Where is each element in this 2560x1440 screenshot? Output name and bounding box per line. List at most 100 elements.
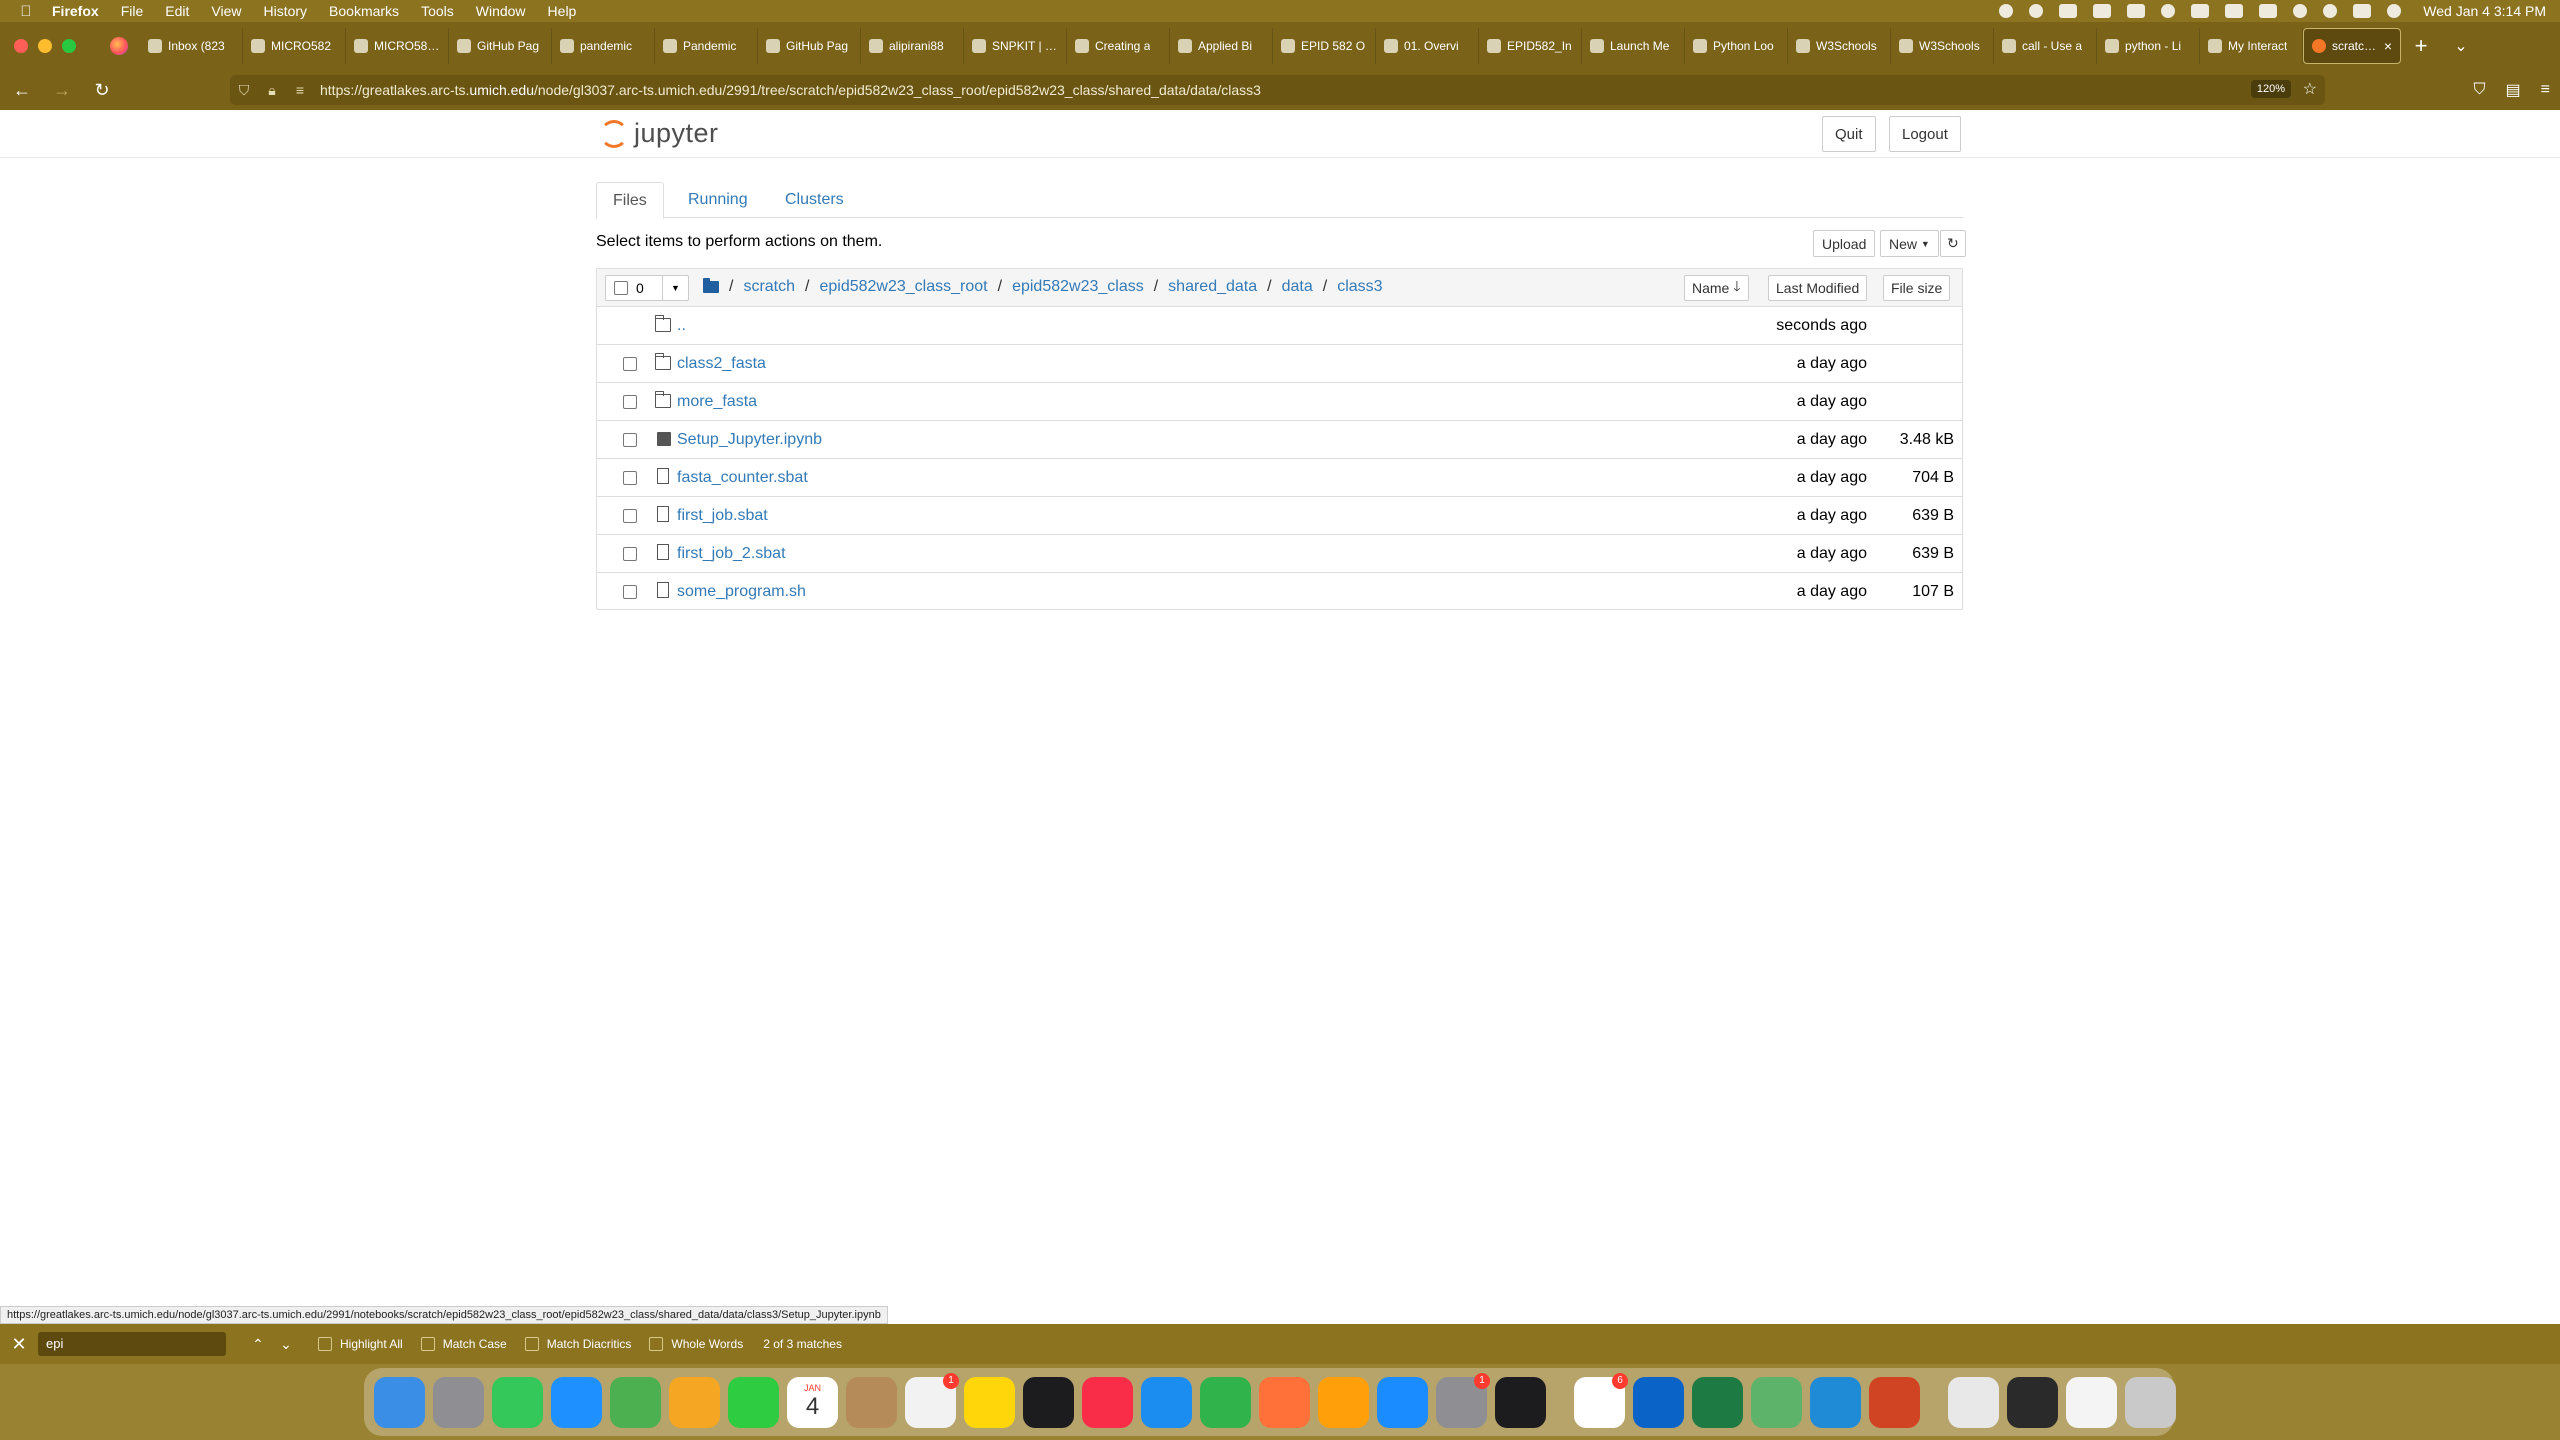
tab-2[interactable]: MICRO582 <box>243 28 346 64</box>
umich-icon[interactable] <box>2225 4 2244 18</box>
file-name-link[interactable]: Setup_Jupyter.ipynb <box>677 431 822 449</box>
system-preferences-icon[interactable]: 1 <box>1436 1372 1490 1428</box>
tab-9[interactable]: SNPKIT | snpkit <box>964 28 1067 64</box>
screen-window-icon[interactable] <box>2007 1376 2058 1428</box>
keynote-icon[interactable] <box>1141 1376 1192 1428</box>
permissions-icon[interactable]: ≡ <box>286 82 314 98</box>
row-checkbox[interactable] <box>623 395 637 409</box>
select-all-checkbox[interactable] <box>614 281 628 295</box>
file-name-link[interactable]: class2_fasta <box>677 355 766 373</box>
zoom-window-button[interactable] <box>62 39 76 53</box>
launchpad-icon[interactable] <box>433 1376 484 1428</box>
tab-19[interactable]: call - Use a <box>1994 28 2097 64</box>
firefox-icon[interactable] <box>1259 1376 1310 1428</box>
spotlight-icon[interactable] <box>2323 4 2338 18</box>
control-center-icon[interactable] <box>2353 4 2372 18</box>
breadcrumb-shared-data[interactable]: shared_data <box>1168 278 1257 296</box>
list-item[interactable]: class2_fasta a day ago <box>597 345 1962 383</box>
menu-file[interactable]: File <box>121 3 144 19</box>
tab-8[interactable]: alipirani88 <box>861 28 964 64</box>
find-previous-button[interactable]: ⌃ <box>244 1336 272 1353</box>
breadcrumb-scratch[interactable]: scratch <box>743 278 795 296</box>
tab-4[interactable]: GitHub Pag <box>449 28 552 64</box>
highlight-all-option[interactable]: Highlight All <box>318 1337 403 1351</box>
file-name-link[interactable]: first_job_2.sbat <box>677 545 786 563</box>
file-name-link[interactable]: more_fasta <box>677 393 757 411</box>
close-window-button[interactable] <box>14 39 28 53</box>
chrome-like-icon[interactable] <box>1751 1376 1802 1428</box>
reminders-icon[interactable]: 1 <box>905 1372 959 1428</box>
close-tab-icon[interactable]: × <box>2384 38 2392 54</box>
clock[interactable]: Wed Jan 4 3:14 PM <box>2423 3 2546 19</box>
battery-icon[interactable] <box>2259 4 2278 18</box>
display-icon[interactable] <box>2127 4 2146 18</box>
vscode-icon[interactable] <box>1810 1376 1861 1428</box>
tab-20[interactable]: python - Li <box>2097 28 2200 64</box>
match-diacritics-option[interactable]: Match Diacritics <box>524 1337 631 1351</box>
url-bar[interactable]: ⛉ 🔒︎ ≡ https://greatlakes.arc-ts.umich.e… <box>230 75 2325 105</box>
calendar-icon[interactable]: JAN 4 <box>787 1376 838 1428</box>
row-checkbox[interactable] <box>623 547 637 561</box>
shield-icon[interactable]: ⛉ <box>230 82 258 99</box>
quit-button[interactable]: Quit <box>1822 116 1876 152</box>
messages-icon[interactable] <box>492 1376 543 1428</box>
reload-button[interactable]: ↻ <box>84 75 120 105</box>
find-next-button[interactable]: ⌄ <box>272 1336 300 1353</box>
new-dropdown-button[interactable]: New ▼ <box>1880 230 1939 257</box>
document-icon[interactable] <box>1948 1376 1999 1428</box>
tab-files[interactable]: Files <box>596 182 664 219</box>
row-checkbox[interactable] <box>623 585 637 599</box>
creative-cloud-icon[interactable] <box>2029 4 2044 18</box>
new-tab-button[interactable]: + <box>2401 33 2441 59</box>
list-item[interactable]: Setup_Jupyter.ipynb a day ago 3.48 kB <box>597 421 1962 459</box>
url-text[interactable]: https://greatlakes.arc-ts.umich.edu/node… <box>320 82 1261 98</box>
tab-7[interactable]: GitHub Pag <box>758 28 861 64</box>
slack-icon[interactable]: 6 <box>1574 1372 1628 1428</box>
tab-18[interactable]: W3Schools <box>1891 28 1994 64</box>
close-find-bar-icon[interactable]: ✕ <box>0 1334 38 1355</box>
list-item[interactable]: fasta_counter.sbat a day ago 704 B <box>597 459 1962 497</box>
apple-icon[interactable]:  <box>0 3 52 20</box>
breadcrumb-class3[interactable]: class3 <box>1337 278 1382 296</box>
outlook-icon[interactable] <box>1633 1376 1684 1428</box>
bookmark-star-icon[interactable]: ☆ <box>2303 79 2317 99</box>
tab-clusters[interactable]: Clusters <box>769 182 860 218</box>
siri-icon[interactable] <box>2387 4 2402 18</box>
tab-3[interactable]: MICRO582/EPI <box>346 28 449 64</box>
list-item-parent[interactable]: .. seconds ago <box>597 307 1962 345</box>
breadcrumb-class-root[interactable]: epid582w23_class_root <box>819 278 987 296</box>
row-checkbox[interactable] <box>623 509 637 523</box>
sort-by-modified-button[interactable]: Last Modified <box>1768 275 1868 301</box>
excel-icon[interactable] <box>1692 1376 1743 1428</box>
password-icon[interactable] <box>2161 4 2176 18</box>
list-item[interactable]: more_fasta a day ago <box>597 383 1962 421</box>
find-input[interactable]: epi <box>38 1332 226 1356</box>
sort-by-size-button[interactable]: File size <box>1883 275 1951 301</box>
parent-directory-link[interactable]: .. <box>677 317 686 335</box>
tab-11[interactable]: Applied Bi <box>1170 28 1273 64</box>
music-icon[interactable] <box>1082 1376 1133 1428</box>
tab-1[interactable]: Inbox (823 <box>140 28 243 64</box>
highlight-all-checkbox[interactable] <box>318 1337 332 1351</box>
menu-app-name[interactable]: Firefox <box>52 3 99 19</box>
file-name-link[interactable]: first_job.sbat <box>677 507 768 525</box>
photos-icon[interactable] <box>669 1376 720 1428</box>
menu-tools[interactable]: Tools <box>421 3 454 19</box>
tab-12[interactable]: EPID 582 O <box>1273 28 1376 64</box>
tab-active[interactable]: scratch/e × <box>2303 28 2401 64</box>
list-item[interactable]: first_job_2.sbat a day ago 639 B <box>597 535 1962 573</box>
folder-root-icon[interactable] <box>703 278 719 293</box>
maps-icon[interactable] <box>610 1376 661 1428</box>
menu-help[interactable]: Help <box>548 3 577 19</box>
row-checkbox[interactable] <box>623 433 637 447</box>
lock-icon[interactable]: 🔒︎ <box>258 82 286 99</box>
app-menu-icon[interactable]: ≡ <box>2541 81 2550 99</box>
notes-icon[interactable] <box>964 1376 1015 1428</box>
tab-21[interactable]: My Interact <box>2200 28 2303 64</box>
back-button[interactable]: ← <box>4 75 40 105</box>
match-case-option[interactable]: Match Case <box>420 1337 507 1351</box>
menu-window[interactable]: Window <box>476 3 526 19</box>
jupyter-logo[interactable]: jupyter <box>600 118 719 149</box>
sync-icon[interactable] <box>1999 4 2014 18</box>
search-key-icon[interactable] <box>2191 4 2210 18</box>
